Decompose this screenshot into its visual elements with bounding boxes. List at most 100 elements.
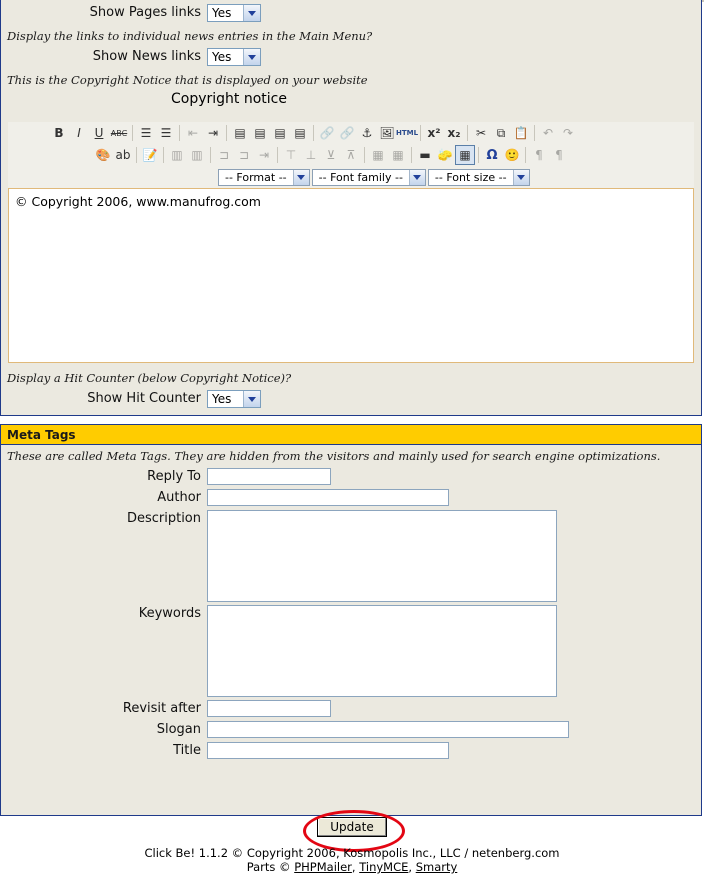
note-show-news-links: Display the links to individual news ent… <box>7 29 373 43</box>
editor-content-area[interactable]: © Copyright 2006, www.manufrog.com <box>8 188 694 363</box>
input-keywords[interactable] <box>207 605 557 697</box>
select-font-size[interactable]: -- Font size -- <box>427 168 530 186</box>
indent-icon[interactable]: ⇥ <box>203 123 223 143</box>
strikethrough-icon[interactable]: ABC <box>109 123 129 143</box>
meta-tags-field-list: Reply To Author Description Keywords Revisit… <box>1 468 701 760</box>
input-description[interactable] <box>207 510 557 602</box>
paste-icon[interactable]: 📋 <box>511 123 531 143</box>
select-format[interactable]: -- Format -- <box>218 168 310 186</box>
insert-table-icon[interactable]: ▦ <box>455 145 475 165</box>
underline-icon[interactable]: U <box>89 123 109 143</box>
chevron-down-icon[interactable] <box>292 169 309 185</box>
footer-line-1: Click Be! 1.1.2 © Copyright 2006, Kosmop… <box>144 846 560 860</box>
redo-icon: ↷ <box>562 126 574 140</box>
select-show-hit-counter-value: Yes <box>212 392 232 406</box>
bullet-list-icon[interactable]: ☰ <box>136 123 156 143</box>
row-show-news-links: Show News links Yes <box>1 48 701 66</box>
table-grid-icon: ▦ <box>372 148 384 162</box>
rtl-direction-icon: ¶ <box>555 148 563 162</box>
html-source-icon[interactable]: HTML <box>396 123 418 143</box>
italic-icon[interactable]: I <box>69 123 89 143</box>
label-show-news-links: Show News links <box>92 49 201 64</box>
align-center-icon[interactable]: ▤ <box>250 123 270 143</box>
note-copyright-notice: This is the Copyright Notice that is dis… <box>7 73 368 87</box>
emoticon-icon[interactable]: 🙂 <box>502 145 522 165</box>
insert-row-after-icon: ▥ <box>191 148 203 162</box>
meta-field-row: Revisit after <box>1 700 701 718</box>
toolbar-separator <box>420 125 421 141</box>
toolbar-separator <box>478 147 479 163</box>
background-color-icon[interactable]: ab <box>113 145 133 165</box>
label-title: Title <box>173 743 201 758</box>
bold-icon[interactable]: B <box>49 123 69 143</box>
ltr-direction-icon: ¶ <box>535 148 543 162</box>
align-justify-icon[interactable]: ▤ <box>290 123 310 143</box>
meta-field-row: Keywords <box>1 605 701 697</box>
link-smarty[interactable]: Smarty <box>416 860 458 874</box>
footer-sep-2: , <box>408 860 416 874</box>
chevron-down-icon[interactable] <box>243 391 260 407</box>
special-char-icon[interactable]: Ω <box>482 145 502 165</box>
remove-format-icon[interactable]: 🧽 <box>435 145 455 165</box>
editor-toolbar-row-3[interactable]: -- Format -- -- Font family -- -- Font siz… <box>8 166 694 188</box>
input-revisit-after[interactable] <box>207 700 331 717</box>
select-show-pages-links[interactable]: Yes <box>207 4 261 22</box>
insert-image-icon[interactable]: 🖼 <box>377 123 397 143</box>
form-actions: Update <box>0 817 704 837</box>
superscript-icon[interactable]: x² <box>424 123 444 143</box>
select-show-hit-counter[interactable]: Yes <box>207 390 261 408</box>
toolbar-separator <box>226 125 227 141</box>
anchor-icon[interactable]: ⚓ <box>357 123 377 143</box>
link-phpmailer[interactable]: PHPMailer <box>294 860 352 874</box>
horizontal-rule-icon[interactable]: ▬ <box>415 145 435 165</box>
meta-field-row: Reply To <box>1 468 701 486</box>
edit-css-icon[interactable]: 📝 <box>140 145 160 165</box>
split-cell-icon: ⊤ <box>285 148 297 162</box>
input-slogan[interactable] <box>207 721 569 738</box>
toolbar-separator <box>534 125 535 141</box>
unlink-icon: 🔗 <box>339 126 355 140</box>
subscript-icon[interactable]: x₂ <box>444 123 464 143</box>
label-slogan: Slogan <box>156 722 201 737</box>
select-show-news-links[interactable]: Yes <box>207 48 261 66</box>
chevron-down-icon[interactable] <box>243 5 260 21</box>
label-reply-to: Reply To <box>147 469 201 484</box>
chevron-down-icon[interactable] <box>512 169 529 185</box>
chevron-down-icon[interactable] <box>243 49 260 65</box>
toolbar-separator <box>313 125 314 141</box>
link-tinymce[interactable]: TinyMCE <box>359 860 408 874</box>
row-show-pages-links: Show Pages links Yes <box>1 4 701 22</box>
rich-text-editor[interactable]: B I U ABC ☰ ☰ ⇤ ⇥ ▤ ▤ ▤ ▤ 🔗 🔗 ⚓ 🖼 HTML x² x₂ ✂ ⧉ 📋 ↶ ↷ 🎨 ab 📝 ▥ ▥ ⊐ ⊐… <box>8 122 694 363</box>
align-right-icon[interactable]: ▤ <box>270 123 290 143</box>
toolbar-separator <box>364 147 365 163</box>
input-title[interactable] <box>207 742 449 759</box>
label-revisit-after: Revisit after <box>122 701 201 716</box>
merge-cell-icon: ⊥ <box>305 148 317 162</box>
meta-field-row: Title <box>1 742 701 760</box>
toolbar-separator <box>132 125 133 141</box>
insert-col-after-icon: ⇥ <box>258 148 270 162</box>
footer-line-2: Parts © PHPMailer, TinyMCE, Smarty <box>0 860 704 874</box>
select-font-family[interactable]: -- Font family -- <box>311 168 426 186</box>
select-format-value: -- Format -- <box>225 170 287 184</box>
align-left-icon[interactable]: ▤ <box>230 123 250 143</box>
text-color-icon[interactable]: 🎨 <box>93 145 113 165</box>
label-author: Author <box>157 490 201 505</box>
input-author[interactable] <box>207 489 449 506</box>
select-show-news-links-value: Yes <box>212 50 232 64</box>
editor-toolbar-row-2[interactable]: 🎨 ab 📝 ▥ ▥ ⊐ ⊐ ⇥ ⊤ ⊥ ⊻ ⊼ ▦ ▦ ▬ 🧽 ▦ Ω 🙂 ¶ ¶ <box>8 144 694 166</box>
toolbar-separator <box>136 147 137 163</box>
update-button[interactable]: Update <box>317 817 387 837</box>
cut-icon[interactable]: ✂ <box>471 123 491 143</box>
input-reply-to[interactable] <box>207 468 331 485</box>
chevron-down-icon[interactable] <box>408 169 425 185</box>
row-props-icon: ⊼ <box>346 148 356 162</box>
toolbar-separator <box>163 147 164 163</box>
numbered-list-icon[interactable]: ☰ <box>156 123 176 143</box>
toolbar-separator <box>277 147 278 163</box>
insert-col-before-icon: ⊐ <box>238 148 250 162</box>
editor-toolbar-row-1[interactable]: B I U ABC ☰ ☰ ⇤ ⇥ ▤ ▤ ▤ ▤ 🔗 🔗 ⚓ 🖼 HTML x² x₂ ✂ ⧉ 📋 ↶ ↷ <box>8 122 694 144</box>
copy-icon[interactable]: ⧉ <box>491 123 511 143</box>
label-show-pages-links: Show Pages links <box>89 5 201 20</box>
cell-props-icon: ⊻ <box>326 148 336 162</box>
